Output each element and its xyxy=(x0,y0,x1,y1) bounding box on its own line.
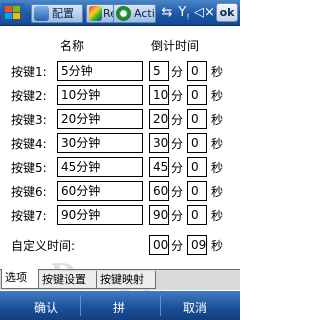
key-settings-panel: 名称 倒计时间 按键1: 5分钟 5 分 0 秒 按键2: 10分钟 10 分 … xyxy=(0,26,240,264)
key-row-2: 按键2: 10分钟 10 分 0 秒 xyxy=(0,82,240,106)
minutes-unit: 分 xyxy=(171,161,184,175)
tab-key-mapping[interactable]: 按键映射 xyxy=(96,271,156,289)
gradient-app-icon xyxy=(89,6,102,21)
minutes-unit: 分 xyxy=(171,239,184,253)
activesync-icon xyxy=(116,6,131,21)
custom-time-label: 自定义时间: xyxy=(11,239,76,253)
seconds-input[interactable]: 0 xyxy=(187,157,207,177)
key-name-input[interactable]: 10分钟 xyxy=(57,85,143,105)
task-tab-label: Activ xyxy=(134,7,155,20)
minutes-unit: 分 xyxy=(171,209,184,223)
minutes-unit: 分 xyxy=(171,137,184,151)
key-name-input[interactable]: 60分钟 xyxy=(57,181,143,201)
seconds-input[interactable]: 0 xyxy=(187,85,207,105)
settings-app-icon xyxy=(34,6,49,21)
key-label: 按键1: xyxy=(11,65,47,79)
seconds-input[interactable]: 0 xyxy=(187,205,207,225)
taskbar: 配置 Res Activ ⇆ Y! ◁× ok xyxy=(0,0,240,26)
sync-arrows-icon[interactable]: ⇆ xyxy=(160,4,174,22)
softkey-bar: 确认 拼 取消 xyxy=(0,291,240,320)
key-row-1: 按键1: 5分钟 5 分 0 秒 xyxy=(0,58,240,82)
custom-minutes-input[interactable]: 00 xyxy=(149,235,169,255)
name-column-header: 名称 xyxy=(60,39,85,53)
seconds-unit: 秒 xyxy=(211,65,224,79)
tab-options[interactable]: 选项 xyxy=(1,269,39,289)
key-row-6: 按键6: 60分钟 60 分 0 秒 xyxy=(0,178,240,202)
tab-strip: 选项 按键设置 按键映射 xyxy=(0,269,240,290)
minutes-input[interactable]: 10 xyxy=(149,85,169,105)
seconds-input[interactable]: 0 xyxy=(187,181,207,201)
minutes-unit: 分 xyxy=(171,185,184,199)
minutes-unit: 分 xyxy=(171,65,184,79)
seconds-input[interactable]: 0 xyxy=(187,109,207,129)
key-label: 按键3: xyxy=(11,113,47,127)
task-tab-settings[interactable]: 配置 xyxy=(31,4,83,23)
key-row-4: 按键4: 30分钟 30 分 0 秒 xyxy=(0,130,240,154)
task-tab-activesync[interactable]: Activ xyxy=(113,4,156,23)
key-name-input[interactable]: 30分钟 xyxy=(57,133,143,153)
seconds-input[interactable]: 0 xyxy=(187,61,207,81)
countdown-column-header: 倒计时间 xyxy=(151,39,200,53)
seconds-input[interactable]: 0 xyxy=(187,133,207,153)
minutes-unit: 分 xyxy=(171,89,184,103)
speaker-mute-icon[interactable]: ◁× xyxy=(194,4,215,22)
input-method-softkey[interactable]: 拼 xyxy=(113,299,125,316)
minutes-input[interactable]: 60 xyxy=(149,181,169,201)
key-row-7: 按键7: 90分钟 90 分 0 秒 xyxy=(0,202,240,226)
seconds-unit: 秒 xyxy=(211,239,224,253)
minutes-input[interactable]: 45 xyxy=(149,157,169,177)
key-name-input[interactable]: 5分钟 xyxy=(57,61,143,81)
softkey-divider xyxy=(160,295,161,316)
key-label: 按键2: xyxy=(11,89,47,103)
key-label: 按键5: xyxy=(11,161,47,175)
seconds-unit: 秒 xyxy=(211,185,224,199)
signal-strength-icon[interactable]: Y! xyxy=(175,4,193,22)
windows-logo-icon xyxy=(5,6,21,20)
minutes-input[interactable]: 5 xyxy=(149,61,169,81)
key-name-input[interactable]: 20分钟 xyxy=(57,109,143,129)
task-tab-label: 配置 xyxy=(52,7,74,20)
softkey-divider xyxy=(80,295,81,316)
custom-seconds-input[interactable]: 09 xyxy=(187,235,207,255)
cancel-softkey[interactable]: 取消 xyxy=(183,299,207,316)
seconds-unit: 秒 xyxy=(211,113,224,127)
key-row-5: 按键5: 45分钟 45 分 0 秒 xyxy=(0,154,240,178)
seconds-unit: 秒 xyxy=(211,209,224,223)
minutes-unit: 分 xyxy=(171,113,184,127)
seconds-unit: 秒 xyxy=(211,161,224,175)
key-row-3: 按键3: 20分钟 20 分 0 秒 xyxy=(0,106,240,130)
minutes-input[interactable]: 90 xyxy=(149,205,169,225)
key-label: 按键4: xyxy=(11,137,47,151)
minutes-input[interactable]: 20 xyxy=(149,109,169,129)
start-button[interactable] xyxy=(1,3,25,23)
minutes-input[interactable]: 30 xyxy=(149,133,169,153)
tab-key-settings[interactable]: 按键设置 xyxy=(38,271,97,289)
custom-time-row: 自定义时间: 00 分 09 秒 xyxy=(0,232,240,256)
seconds-unit: 秒 xyxy=(211,89,224,103)
key-name-input[interactable]: 45分钟 xyxy=(57,157,143,177)
key-label: 按键6: xyxy=(11,185,47,199)
confirm-softkey[interactable]: 确认 xyxy=(34,299,58,316)
key-name-input[interactable]: 90分钟 xyxy=(57,205,143,225)
task-tab-res[interactable]: Res xyxy=(86,4,114,23)
key-label: 按键7: xyxy=(11,209,47,223)
seconds-unit: 秒 xyxy=(211,137,224,151)
ok-button[interactable]: ok xyxy=(216,3,238,22)
